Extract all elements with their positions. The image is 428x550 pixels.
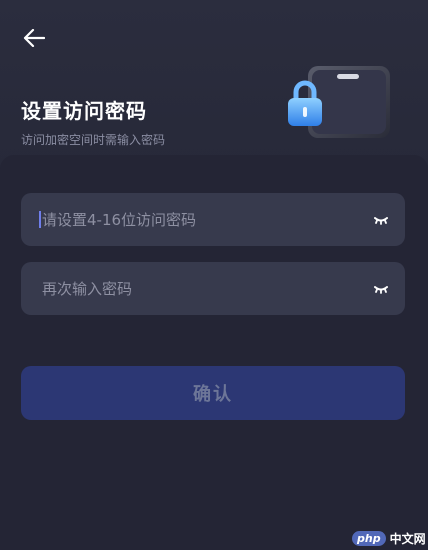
password-input[interactable]: 请设置4-16位访问密码 bbox=[21, 193, 405, 246]
watermark-text: 中文网 bbox=[389, 532, 426, 546]
eye-closed-icon[interactable] bbox=[371, 279, 391, 299]
watermark: php 中文网 bbox=[352, 530, 426, 547]
arrow-left-icon bbox=[23, 28, 46, 51]
page-subtitle: 访问加密空间时需输入密码 bbox=[21, 133, 166, 147]
back-button[interactable] bbox=[16, 22, 52, 58]
password-placeholder: 请设置4-16位访问密码 bbox=[42, 211, 197, 229]
confirm-button[interactable]: 确认 bbox=[21, 366, 405, 420]
padlock-phone-icon bbox=[282, 60, 400, 144]
confirm-password-input[interactable]: 再次输入密码 bbox=[21, 262, 405, 315]
page-title: 设置访问密码 bbox=[21, 99, 147, 123]
text-cursor bbox=[39, 211, 41, 228]
eye-closed-icon[interactable] bbox=[371, 210, 391, 230]
confirm-password-placeholder: 再次输入密码 bbox=[42, 280, 133, 298]
watermark-logo: php bbox=[352, 531, 386, 546]
